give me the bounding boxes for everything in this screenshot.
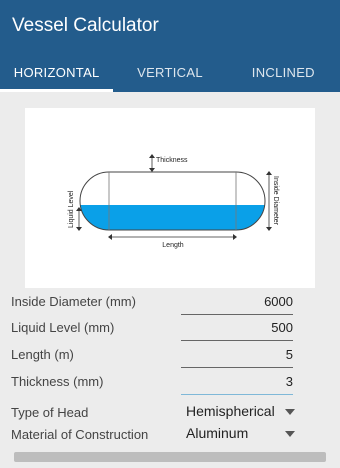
- tab-inclined[interactable]: INCLINED: [227, 52, 340, 92]
- vessel-diagram: Thickness Liquid Level Inside Diameter L…: [25, 108, 315, 288]
- material-label: Material of Construction: [11, 427, 149, 442]
- liquid-fill: [80, 205, 265, 230]
- tab-bar: HORIZONTAL VERTICAL INCLINED: [0, 52, 340, 92]
- vessel-svg: Thickness Liquid Level Inside Diameter L…: [68, 154, 279, 249]
- app-bar: Vessel Calculator: [0, 0, 340, 52]
- length-arrow-left: [108, 234, 112, 240]
- thickness-label: Thickness: [156, 157, 188, 164]
- thickness-arrow-head-bottom: [149, 168, 155, 172]
- thickness-input[interactable]: 3: [181, 370, 293, 395]
- liquid-level-row: Liquid Level (mm) 500: [11, 316, 293, 342]
- liquid-level-label: Liquid Level: [68, 190, 75, 228]
- length-arrow-right: [233, 234, 237, 240]
- type-of-head-dropdown-icon[interactable]: [285, 409, 295, 415]
- tab-horizontal-label: HORIZONTAL: [13, 64, 100, 80]
- tab-horizontal[interactable]: HORIZONTAL: [0, 52, 114, 92]
- length-input[interactable]: 5: [181, 343, 293, 368]
- tab-inclined-label: INCLINED: [251, 64, 315, 80]
- material-dropdown-icon[interactable]: [285, 431, 295, 437]
- material-row: Material of Construction Aluminum: [11, 425, 311, 445]
- liquid-level-input[interactable]: 500: [181, 316, 293, 341]
- length-field-label: Length (m): [11, 347, 74, 362]
- material-select[interactable]: Aluminum: [186, 425, 248, 441]
- thickness-row: Thickness (mm) 3: [11, 370, 293, 396]
- type-of-head-row: Type of Head Hemispherical: [11, 403, 311, 423]
- length-row: Length (m) 5: [11, 343, 293, 369]
- bottom-scroll-bar[interactable]: [14, 452, 326, 462]
- type-of-head-label: Type of Head: [11, 405, 89, 420]
- inside-diameter-label: Inside Diameter: [272, 176, 279, 226]
- tab-vertical[interactable]: VERTICAL: [113, 52, 226, 92]
- length-label: Length: [162, 242, 184, 249]
- inside-diameter-input[interactable]: 6000: [181, 290, 293, 315]
- inside-diameter-arrow-top: [266, 171, 272, 175]
- thickness-field-label: Thickness (mm): [11, 374, 104, 389]
- app-title: Vessel Calculator: [12, 15, 159, 36]
- inside-diameter-row: Inside Diameter (mm) 6000: [11, 290, 293, 316]
- liquid-level-arrow-bottom: [76, 227, 82, 231]
- tab-vertical-label: VERTICAL: [137, 64, 203, 80]
- type-of-head-select[interactable]: Hemispherical: [186, 403, 275, 419]
- inside-diameter-field-label: Inside Diameter (mm): [11, 294, 136, 309]
- liquid-level-field-label: Liquid Level (mm): [11, 320, 115, 335]
- thickness-arrow-head-top: [149, 154, 155, 158]
- inside-diameter-arrow-bottom: [266, 227, 272, 231]
